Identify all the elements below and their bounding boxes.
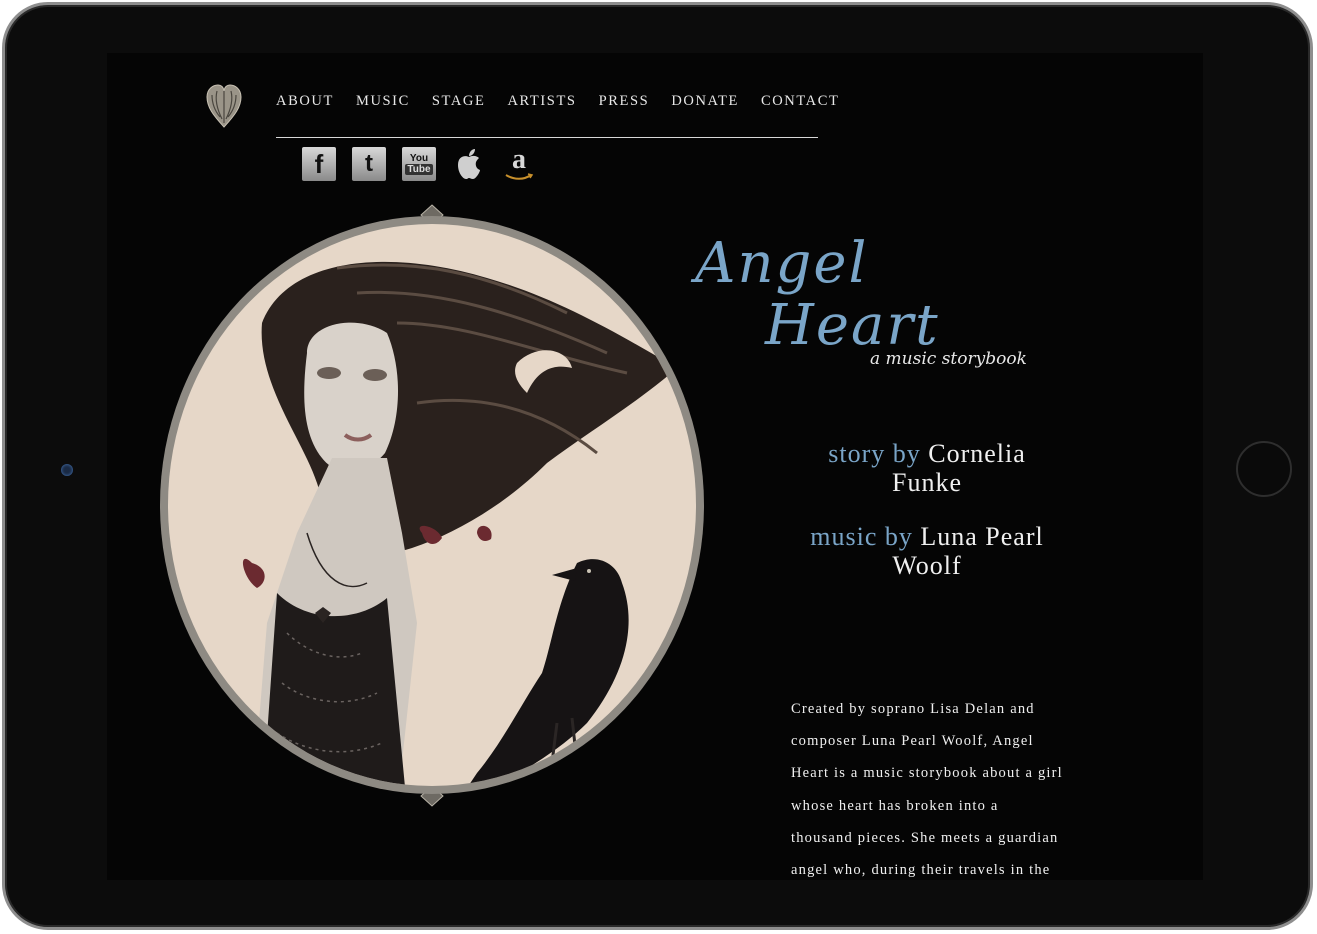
description-line: angel who, during their travels in the	[791, 862, 1051, 879]
facebook-icon[interactable]: f	[302, 147, 336, 181]
music-credit: music by Luna Pearl Woolf	[787, 522, 1067, 580]
story-author-first: Cornelia	[928, 439, 1026, 468]
social-links: f t You Tube a	[302, 146, 536, 181]
nav-item-about[interactable]: ABOUT	[276, 93, 334, 110]
camera-icon	[61, 464, 73, 476]
nav-item-music[interactable]: MUSIC	[356, 93, 410, 110]
description-line: Heart is a music storybook about a girl	[791, 765, 1063, 782]
story-author-last: Funke	[892, 468, 962, 497]
story-credit: story by Cornelia Funke	[807, 439, 1047, 497]
twitter-icon[interactable]: t	[352, 147, 386, 181]
nav-item-contact[interactable]: CONTACT	[761, 93, 840, 110]
nav-item-stage[interactable]: STAGE	[432, 93, 486, 110]
description-line: composer Luna Pearl Woolf, Angel	[791, 733, 1034, 750]
description-line: Created by soprano Lisa Delan and	[791, 701, 1035, 717]
nav-item-artists[interactable]: ARTISTS	[507, 93, 576, 110]
description-line: thousand pieces. She meets a guardian	[791, 829, 1059, 846]
amazon-icon[interactable]: a	[502, 146, 536, 181]
home-button[interactable]	[1236, 441, 1292, 497]
nav-item-press[interactable]: PRESS	[599, 93, 650, 110]
winged-heart-logo-icon[interactable]	[205, 83, 243, 131]
nav-divider	[276, 137, 818, 138]
website-screen: ABOUT MUSIC STAGE ARTISTS PRESS DONATE C…	[107, 53, 1203, 880]
youtube-icon[interactable]: You Tube	[402, 147, 436, 181]
nav-item-donate[interactable]: DONATE	[671, 93, 739, 110]
title-line-1: Angel	[695, 231, 869, 296]
description-line: whose heart has broken into a	[791, 797, 999, 814]
description-text: Created by soprano Lisa Delan and compos…	[791, 693, 1081, 880]
main-nav: ABOUT MUSIC STAGE ARTISTS PRESS DONATE C…	[276, 93, 839, 110]
angel-heart-title: Angel Heart a music storybook	[625, 231, 1045, 381]
title-subtitle: a music storybook	[870, 349, 1027, 369]
amazon-smile-icon	[505, 173, 534, 180]
music-composer-last: Woolf	[892, 551, 962, 580]
music-role-label: music by	[810, 522, 913, 551]
story-role-label: story by	[828, 439, 921, 468]
music-composer-first: Luna Pearl	[920, 522, 1044, 551]
apple-icon[interactable]	[452, 147, 486, 181]
apple-logo-icon	[458, 149, 480, 179]
